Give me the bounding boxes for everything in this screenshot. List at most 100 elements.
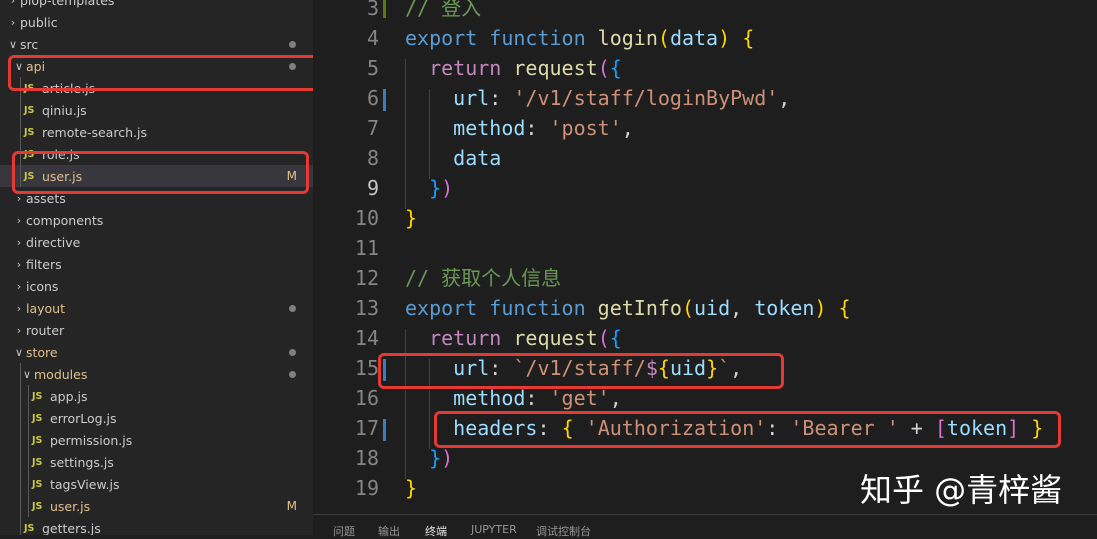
code-token: request xyxy=(513,326,598,350)
code-token: request xyxy=(513,56,598,80)
js-file-icon: JS xyxy=(32,500,43,512)
code-text: url: '/v1/staff/loginByPwd', xyxy=(405,83,790,113)
folder-item[interactable]: › filters xyxy=(0,253,313,275)
code-line[interactable]: 6 url: '/v1/staff/loginByPwd', xyxy=(313,83,1097,113)
code-editor[interactable]: 3// 登入 4 export function login(data) {5 re… xyxy=(313,0,1097,535)
code-line[interactable]: 5 return request({ xyxy=(313,53,1097,83)
line-number: 11 xyxy=(354,236,379,260)
folder-item[interactable]: › public xyxy=(0,11,313,33)
js-file-icon: JS xyxy=(32,390,43,402)
code-line[interactable]: 11 xyxy=(313,233,1097,263)
folder-item[interactable]: › router xyxy=(0,319,313,341)
file-item[interactable]: JS qiniu.js xyxy=(0,99,313,121)
tree-item-label: modules xyxy=(34,366,88,382)
folder-item[interactable]: › layout xyxy=(0,297,313,319)
chevron-right-icon[interactable]: › xyxy=(12,236,26,249)
tab-output[interactable]: 输出 xyxy=(378,523,400,539)
chevron-down-icon[interactable]: ∨ xyxy=(6,38,20,51)
line-number: 10 xyxy=(354,206,379,230)
line-number: 18 xyxy=(354,446,379,470)
chevron-right-icon[interactable]: › xyxy=(12,324,26,337)
chevron-down-icon[interactable]: ∨ xyxy=(20,368,34,381)
js-file-icon: JS xyxy=(24,126,35,138)
tab-terminal[interactable]: 终端 xyxy=(425,523,447,539)
folder-item[interactable]: › directive xyxy=(0,231,313,253)
js-file-icon: JS xyxy=(32,412,43,424)
line-number: 8 xyxy=(366,146,379,170)
tree-item-label: getters.js xyxy=(42,520,101,536)
folder-item[interactable]: ∨ store xyxy=(0,341,313,363)
js-file-icon: JS xyxy=(32,434,43,446)
code-line[interactable]: 12 // 获取个人信息 xyxy=(313,263,1097,293)
code-text: data xyxy=(405,143,501,173)
code-token: { xyxy=(609,56,622,80)
chevron-right-icon[interactable]: › xyxy=(12,258,26,271)
gutter-modified-marker xyxy=(383,419,386,441)
folder-item[interactable]: › components xyxy=(0,209,313,231)
code-token: return xyxy=(429,56,502,80)
line-number: 16 xyxy=(354,386,379,410)
tab-debug-console[interactable]: 调试控制台 xyxy=(536,523,591,539)
folder-item[interactable]: › plop-templates xyxy=(0,0,313,11)
tree-item-label: app.js xyxy=(50,388,88,404)
tab-problems[interactable]: 问题 xyxy=(333,523,355,539)
chevron-right-icon[interactable]: › xyxy=(12,214,26,227)
code-token: return xyxy=(429,326,502,350)
code-line[interactable]: 8 data xyxy=(313,143,1097,173)
code-line[interactable]: 9 }) xyxy=(313,173,1097,203)
file-item[interactable]: JS app.js xyxy=(0,385,313,407)
code-token: function xyxy=(489,26,586,50)
code-line[interactable]: 14 return request({ xyxy=(313,323,1097,353)
indent-guide xyxy=(20,363,21,535)
chevron-down-icon[interactable]: ∨ xyxy=(12,346,26,359)
tree-item-label: plop-templates xyxy=(20,0,115,8)
file-item[interactable]: JS tagsView.js xyxy=(0,473,313,495)
file-explorer: › plop-templates › public ∨ src ∨ api JS article.… xyxy=(0,0,313,535)
code-line[interactable]: 7 method: 'post', xyxy=(313,113,1097,143)
js-file-icon: JS xyxy=(32,456,43,468)
file-item[interactable]: JS getters.js xyxy=(0,517,313,536)
chevron-right-icon[interactable]: › xyxy=(12,302,26,315)
chevron-right-icon[interactable]: › xyxy=(6,0,20,7)
code-text: // 登入 xyxy=(405,0,481,23)
code-line[interactable]: 13 export function getInfo(uid, token) { xyxy=(313,293,1097,323)
chevron-right-icon[interactable]: › xyxy=(12,280,26,293)
code-token: function xyxy=(489,296,586,320)
file-item[interactable]: JS errorLog.js xyxy=(0,407,313,429)
file-item[interactable]: JS remote-search.js xyxy=(0,121,313,143)
file-item[interactable]: JS settings.js xyxy=(0,451,313,473)
code-token: } xyxy=(405,206,418,230)
folder-item[interactable]: ∨ src xyxy=(0,33,313,55)
file-item[interactable]: JS user.js M xyxy=(0,495,313,517)
tree-item-label: user.js xyxy=(50,498,91,514)
tab-jupyter[interactable]: JUPYTER xyxy=(471,523,517,536)
code-token: } xyxy=(429,446,442,470)
highlight-box-api-folder xyxy=(8,55,313,91)
line-number: 5 xyxy=(366,56,379,80)
code-token: export xyxy=(405,296,478,320)
folder-item[interactable]: ∨ modules xyxy=(0,363,313,385)
tree-item-label: layout xyxy=(26,300,66,316)
code-line[interactable]: 3 // 登入 xyxy=(313,0,1097,23)
code-text: return request({ xyxy=(405,323,622,353)
code-line[interactable]: 10} xyxy=(313,203,1097,233)
code-text: } xyxy=(405,203,417,233)
code-token: , xyxy=(778,86,791,110)
file-item[interactable]: JS permission.js xyxy=(0,429,313,451)
line-number: 3 xyxy=(366,0,379,20)
code-token: // 登入 xyxy=(405,0,482,20)
line-number: 13 xyxy=(354,296,379,320)
indent-guide xyxy=(405,59,406,209)
tree-item-label: permission.js xyxy=(50,432,133,448)
chevron-right-icon[interactable]: › xyxy=(6,16,20,29)
folder-item[interactable]: › icons xyxy=(0,275,313,297)
tree-item-label: components xyxy=(26,212,104,228)
code-line[interactable]: 4 export function login(data) { xyxy=(313,23,1097,53)
